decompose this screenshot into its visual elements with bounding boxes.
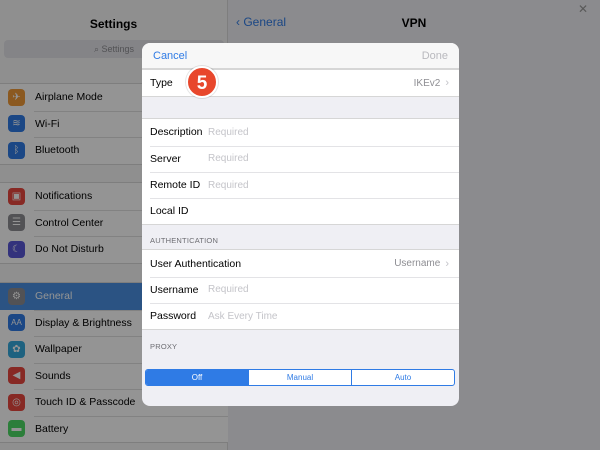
sheet-header: Cancel Done <box>142 43 459 69</box>
server-label: Server <box>150 152 181 165</box>
chevron-right-icon: › <box>445 77 449 90</box>
user-authentication-value: Username <box>394 258 441 270</box>
username-field[interactable]: Username Required <box>142 276 459 303</box>
remote-id-placeholder: Required <box>208 179 249 191</box>
description-placeholder: Required <box>208 126 249 138</box>
remote-id-label: Remote ID <box>150 179 201 192</box>
local-id-label: Local ID <box>150 205 189 218</box>
authentication-section-header: AUTHENTICATION <box>150 236 219 246</box>
proxy-option-manual[interactable]: Manual <box>248 370 351 385</box>
type-value: IKEv2 <box>413 77 441 89</box>
user-authentication-label: User Authentication <box>150 257 242 270</box>
user-authentication-value-container: Username › <box>394 258 449 270</box>
proxy-segmented-control: Off Manual Auto <box>145 369 455 386</box>
username-placeholder: Required <box>208 284 249 296</box>
local-id-field[interactable]: Local ID <box>142 198 459 224</box>
description-label: Description <box>150 126 203 139</box>
proxy-section-header: PROXY <box>150 342 178 352</box>
description-field[interactable]: Description Required <box>142 119 459 145</box>
authentication-group: User Authentication Username › Username … <box>142 249 459 331</box>
server-placeholder: Required <box>208 153 249 165</box>
cancel-button[interactable]: Cancel <box>153 50 187 62</box>
server-field[interactable]: Server Required <box>142 145 459 172</box>
done-button[interactable]: Done <box>422 50 448 62</box>
password-field[interactable]: Password Ask Every Time <box>142 303 459 329</box>
password-label: Password <box>150 310 197 323</box>
user-authentication-row[interactable]: User Authentication Username › <box>142 250 459 276</box>
server-details-group: Description Required Server Required Rem… <box>142 118 459 226</box>
step-number-badge: 5 <box>186 66 218 98</box>
password-placeholder: Ask Every Time <box>208 310 278 322</box>
username-label: Username <box>150 283 199 296</box>
chevron-right-icon: › <box>445 257 449 270</box>
proxy-option-auto[interactable]: Auto <box>351 370 454 385</box>
type-value-container: IKEv2 › <box>414 77 449 89</box>
proxy-option-off[interactable]: Off <box>146 370 248 385</box>
remote-id-field[interactable]: Remote ID Required <box>142 171 459 198</box>
add-vpn-configuration-sheet: Cancel Done Type IKEv2 › Description Req… <box>142 43 459 406</box>
